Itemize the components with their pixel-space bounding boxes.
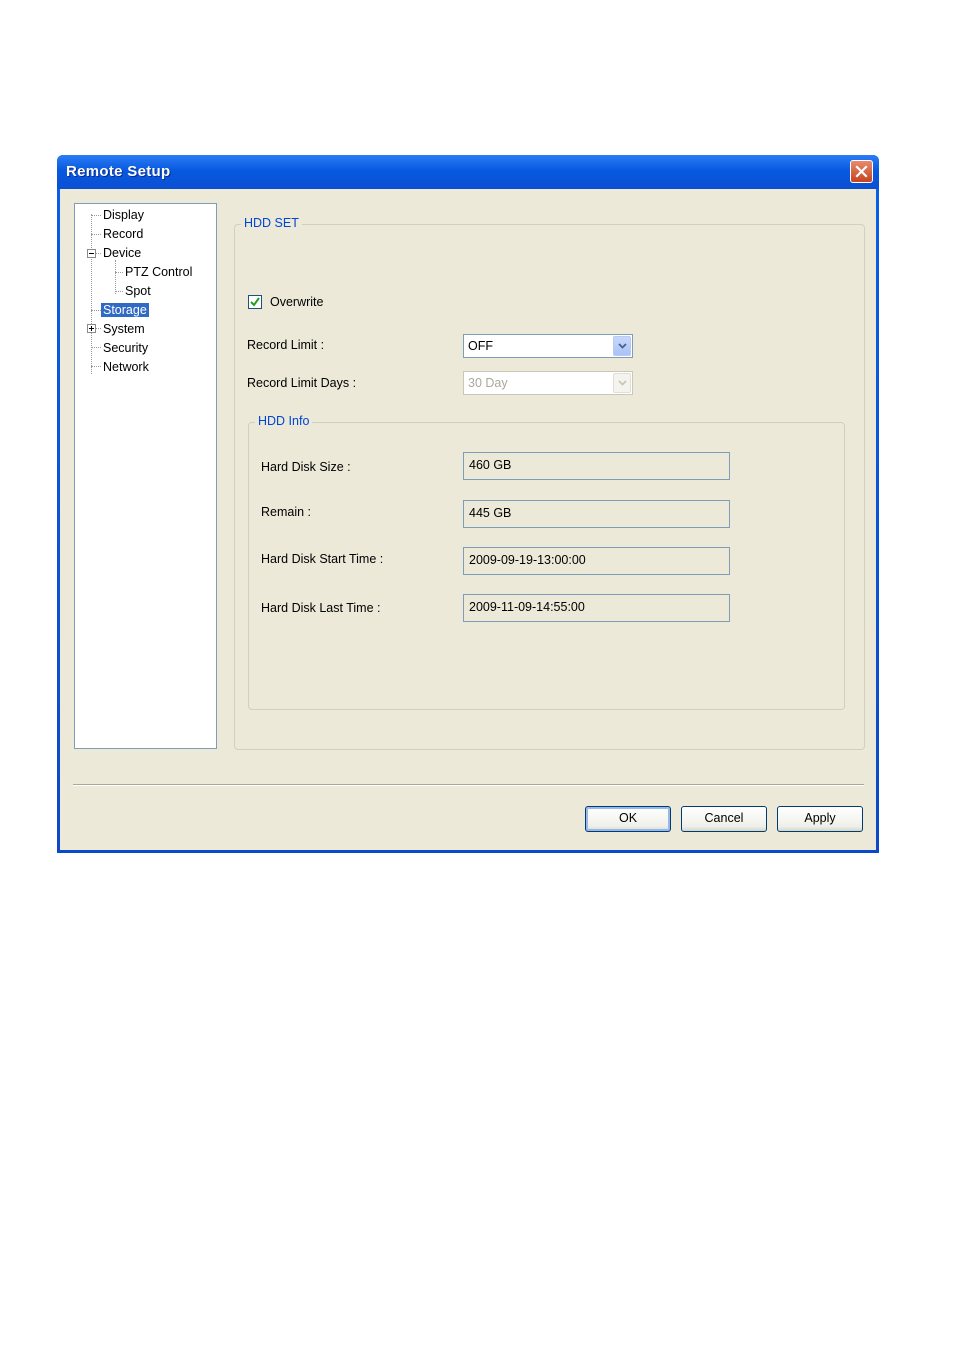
tree-item-device[interactable]: Device [103,245,141,261]
hard-disk-start-time-field: 2009-09-19-13:00:00 [463,547,730,575]
tree-item-storage[interactable]: Storage [100,302,150,318]
remain-label: Remain : [261,505,312,519]
remote-setup-dialog: Remote Setup Display Record Device PTZ C… [57,155,879,853]
hdd-set-legend: HDD SET [241,216,302,230]
title-bar[interactable]: Remote Setup [57,155,879,189]
tree-item-spot[interactable]: Spot [125,283,151,299]
hard-disk-last-time-value: 2009-11-09-14:55:00 [469,600,585,614]
close-icon [855,165,868,178]
remain-value: 445 GB [469,506,512,520]
chevron-down-icon [618,343,627,349]
record-limit-dropdown-button[interactable] [613,336,631,356]
record-limit-days-dropdown-button[interactable] [613,373,631,393]
tree-item-ptz-control[interactable]: PTZ Control [125,264,192,280]
apply-button[interactable]: Apply [777,806,863,832]
settings-tree[interactable]: Display Record Device PTZ Control Spot S… [74,203,217,749]
hard-disk-size-value: 460 GB [469,458,512,472]
hdd-info-legend: HDD Info [255,414,313,428]
overwrite-label: Overwrite [270,295,324,309]
footer-separator [73,784,864,786]
hard-disk-size-label: Hard Disk Size : [261,460,351,474]
hard-disk-size-field: 460 GB [463,452,730,480]
record-limit-value: OFF [468,339,493,353]
checkmark-icon [250,297,260,307]
chevron-down-icon [618,380,627,386]
record-limit-days-label: Record Limit Days : [247,376,357,390]
tree-item-record[interactable]: Record [103,226,143,242]
expand-system-icon[interactable] [87,324,96,333]
remain-field: 445 GB [463,500,730,528]
hard-disk-last-time-field: 2009-11-09-14:55:00 [463,594,730,622]
window-title: Remote Setup [66,163,171,180]
collapse-device-icon[interactable] [87,249,96,258]
tree-item-security[interactable]: Security [103,340,148,356]
record-limit-label: Record Limit : [247,338,325,352]
hard-disk-last-time-label: Hard Disk Last Time : [261,601,381,615]
close-button[interactable] [850,160,873,183]
tree-item-network[interactable]: Network [103,359,149,375]
cancel-button[interactable]: Cancel [681,806,767,832]
record-limit-days-select[interactable]: 30 Day [463,371,633,395]
tree-item-system[interactable]: System [103,321,145,337]
record-limit-days-value: 30 Day [468,376,508,390]
record-limit-select[interactable]: OFF [463,334,633,358]
overwrite-checkbox[interactable] [248,295,262,309]
dialog-body: Display Record Device PTZ Control Spot S… [60,189,876,850]
tree-item-display[interactable]: Display [103,207,144,223]
hard-disk-start-time-value: 2009-09-19-13:00:00 [469,553,586,567]
hard-disk-start-time-label: Hard Disk Start Time : [261,552,384,566]
ok-button[interactable]: OK [585,806,671,832]
